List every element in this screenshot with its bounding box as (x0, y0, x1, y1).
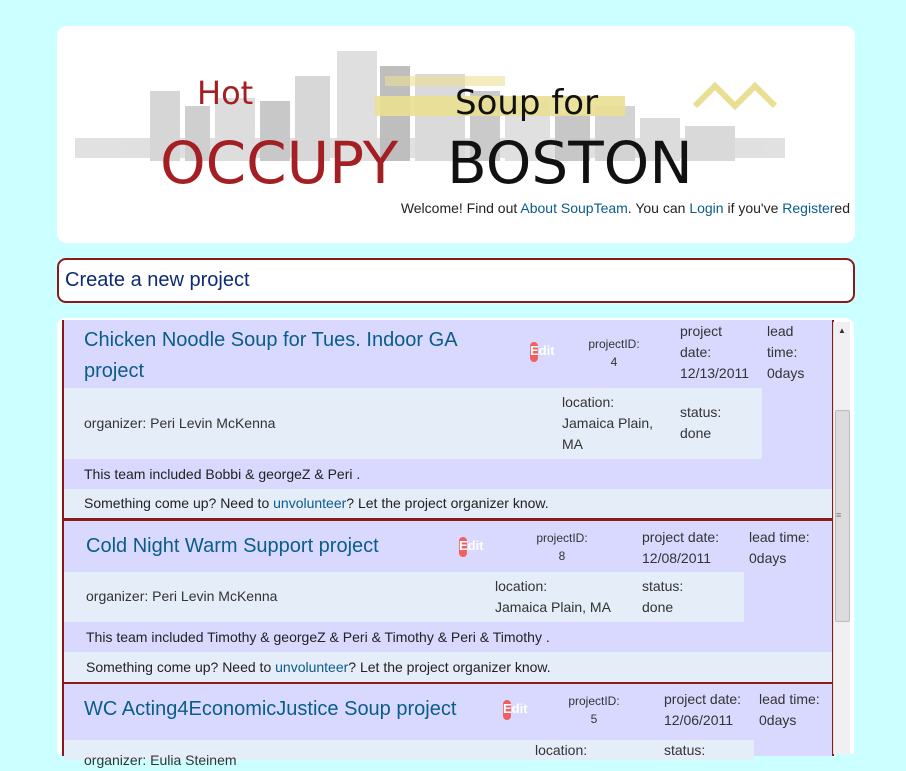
location-value: Jamaica Plain, MA (495, 599, 611, 615)
edit-button[interactable]: Edit (503, 700, 528, 720)
project-title[interactable]: WC Acting4EconomicJustice Soup project (84, 694, 504, 725)
team-members-text: This team included Timothy & georgeZ & P… (64, 629, 832, 645)
unvolunteer-prefix: Something come up? Need to (84, 495, 274, 511)
lead-time-label: lead time: (767, 323, 798, 360)
welcome-if-text: if you've (723, 200, 783, 216)
site-header: Hot OCCUPY Soup for BOSTON Welcome! Find… (57, 26, 855, 243)
project-date-value: 12/08/2011 (642, 550, 712, 566)
unvolunteer-link[interactable]: unvolunteer (273, 495, 346, 511)
status-label: status: (664, 742, 706, 758)
organizer-text: organizer: Eulia Steinem (84, 752, 237, 768)
logo-boston-text: BOSTON (447, 129, 693, 191)
project-date-label: project date: (680, 323, 723, 360)
unvolunteer-prefix: Something come up? Need to (86, 659, 276, 675)
status-value: done (680, 425, 712, 441)
register-link[interactable]: Register (782, 200, 834, 216)
edit-label: Edit (530, 343, 555, 358)
unvolunteer-suffix: ? Let the project organizer know. (348, 659, 551, 675)
welcome-suffix-text: ed (834, 200, 850, 216)
logo-occupy-text: OCCUPY (160, 129, 399, 191)
project-title[interactable]: Cold Night Warm Support project (86, 531, 446, 562)
project-date-value: 12/13/2011 (680, 365, 750, 381)
lead-time-label: lead time: (759, 691, 820, 707)
project-details-row: organizer: Peri Levin McKenna location: … (64, 572, 744, 622)
lead-time-value: 0days (767, 365, 805, 381)
project-details-row: organizer: Eulia Steinem location: statu… (64, 740, 754, 768)
login-link[interactable]: Login (689, 200, 723, 216)
project-details-row: organizer: Peri Levin McKenna location: … (64, 388, 762, 459)
edit-button[interactable]: Edit (530, 342, 555, 362)
scroll-up-arrow-icon[interactable]: ▲ (838, 326, 846, 335)
status-value: done (642, 599, 674, 615)
logo-soupfor-text: Soup for (455, 83, 598, 123)
create-project-label: Create a new project (65, 269, 250, 291)
lead-time-value: 0days (749, 550, 787, 566)
team-members-value: This team included Timothy & georgeZ & P… (86, 629, 550, 645)
site-banner-logo: Hot OCCUPY Soup for BOSTON (75, 51, 785, 191)
unvolunteer-link[interactable]: unvolunteer (275, 659, 348, 675)
organizer-text: organizer: Peri Levin McKenna (84, 415, 276, 431)
project-id-label: projectID: (568, 694, 620, 708)
edit-button[interactable]: Edit (459, 537, 484, 557)
project-id-value: 8 (558, 549, 566, 563)
welcome-mid-text: . You can (627, 200, 690, 216)
project-id-value: 4 (610, 355, 618, 369)
logo-hot-text: Hot (197, 74, 253, 112)
status-label: status: (642, 578, 684, 594)
project-date-label: project date: (664, 691, 742, 707)
unvolunteer-row: Something come up? Need to unvolunteer? … (64, 489, 832, 518)
about-soupteam-link[interactable]: About SoupTeam (520, 200, 627, 216)
location-label: location: (535, 742, 588, 758)
project-card: Chicken Noodle Soup for Tues. Indoor GA … (62, 320, 834, 520)
location-value: Jamaica Plain, MA (562, 415, 654, 452)
lead-time-label: lead time: (749, 529, 810, 545)
project-list-scrollbar[interactable]: ▲ ≡ (833, 322, 850, 754)
lead-time-value: 0days (759, 712, 797, 728)
status-label: status: (680, 404, 722, 420)
scrollbar-grip-icon: ≡ (836, 510, 842, 520)
welcome-message: Welcome! Find out About SoupTeam. You ca… (401, 200, 850, 216)
team-members-value: This team included Bobbi & georgeZ & Per… (84, 466, 361, 482)
edit-label: Edit (459, 538, 484, 553)
team-members-text: This team included Bobbi & georgeZ & Per… (64, 466, 832, 482)
project-date-label: project date: (642, 529, 720, 545)
project-id-label: projectID: (588, 337, 640, 351)
project-title[interactable]: Chicken Noodle Soup for Tues. Indoor GA … (84, 325, 504, 387)
unvolunteer-row: Something come up? Need to unvolunteer? … (64, 652, 832, 683)
edit-label: Edit (503, 701, 528, 716)
unvolunteer-suffix: ? Let the project organizer know. (346, 495, 549, 511)
project-id-label: projectID: (536, 531, 588, 545)
project-date-value: 12/06/2011 (664, 712, 734, 728)
location-label: location: (495, 578, 548, 594)
location-label: location: (562, 394, 615, 410)
project-card: WC Acting4EconomicJustice Soup project E… (62, 682, 834, 768)
project-id-value: 5 (590, 712, 598, 726)
organizer-text: organizer: Peri Levin McKenna (86, 588, 278, 604)
create-project-button[interactable]: Create a new project (57, 258, 855, 303)
project-card: Cold Night Warm Support project Edit pro… (62, 519, 834, 685)
welcome-prefix-text: Welcome! Find out (400, 200, 521, 216)
